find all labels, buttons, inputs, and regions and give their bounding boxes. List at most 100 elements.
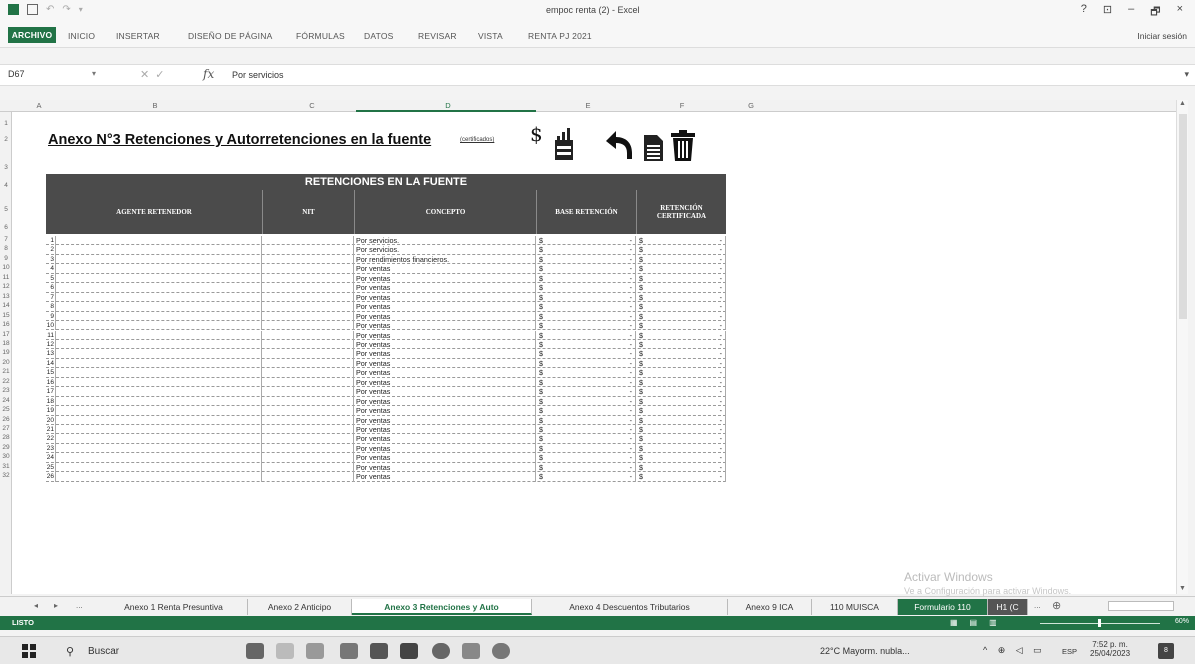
concepto-cell[interactable]: Por servicios. — [354, 245, 536, 255]
row-number-cell[interactable]: 18 — [46, 396, 56, 407]
retencion-cell[interactable]: $ - — [636, 443, 726, 454]
taskbar-search[interactable]: Buscar — [88, 646, 119, 657]
sheet-tab-h1[interactable]: H1 (C — [988, 599, 1028, 615]
base-cell[interactable]: $ - — [536, 462, 636, 473]
row-header[interactable]: 2 — [0, 136, 12, 143]
row-header[interactable]: 27 — [0, 425, 12, 432]
tab-inicio[interactable]: INICIO — [68, 31, 95, 41]
vertical-scrollbar[interactable]: ▲ ▼ — [1176, 100, 1188, 594]
row-header[interactable]: 1 — [0, 120, 12, 127]
row-number-cell[interactable]: 24 — [46, 453, 56, 463]
worksheet[interactable]: Anexo N°3 Retenciones y Autorretenciones… — [12, 112, 1176, 596]
concepto-cell[interactable]: Por ventas — [354, 292, 536, 303]
agente-cell[interactable] — [56, 443, 262, 454]
concepto-cell[interactable]: Por ventas — [354, 273, 536, 284]
row-header[interactable]: 30 — [0, 453, 12, 460]
row-number-cell[interactable]: 11 — [46, 330, 56, 340]
retencion-cell[interactable]: $ - — [636, 236, 726, 246]
sheet-tab-formulario-110[interactable]: Formulario 110 — [898, 599, 988, 615]
concepto-cell[interactable]: Por ventas — [354, 415, 536, 425]
row-header[interactable]: 5 — [0, 206, 12, 213]
tab-archivo[interactable]: ARCHIVO — [8, 27, 56, 43]
agente-cell[interactable] — [56, 273, 262, 284]
agente-cell[interactable] — [56, 396, 262, 407]
agente-cell[interactable] — [56, 245, 262, 255]
retencion-cell[interactable]: $ - — [636, 358, 726, 369]
column-header-f[interactable]: F — [638, 101, 726, 110]
tab-diseno-pagina[interactable]: DISEÑO DE PÁGINA — [188, 31, 272, 41]
base-cell[interactable]: $ - — [536, 396, 636, 407]
nit-cell[interactable] — [262, 415, 354, 425]
concepto-cell[interactable]: Por ventas — [354, 443, 536, 454]
row-header[interactable]: 12 — [0, 283, 12, 290]
nit-cell[interactable] — [262, 264, 354, 274]
concepto-cell[interactable]: Por ventas — [354, 462, 536, 473]
retencion-cell[interactable]: $ - — [636, 396, 726, 407]
retencion-cell[interactable]: $ - — [636, 415, 726, 425]
row-number-cell[interactable]: 15 — [46, 368, 56, 378]
sheet-nav-next-icon[interactable]: ▸ — [54, 601, 58, 610]
agente-cell[interactable] — [56, 415, 262, 425]
retencion-cell[interactable]: $ - — [636, 434, 726, 444]
row-number-cell[interactable]: 7 — [46, 292, 56, 303]
nit-cell[interactable] — [262, 443, 354, 454]
nit-cell[interactable] — [262, 396, 354, 407]
retencion-cell[interactable]: $ - — [636, 472, 726, 482]
row-header[interactable]: 4 — [0, 182, 12, 189]
minimize-button[interactable]: – — [1128, 3, 1134, 22]
row-number-cell[interactable]: 16 — [46, 377, 56, 388]
agente-cell[interactable] — [56, 358, 262, 369]
base-cell[interactable]: $ - — [536, 245, 636, 255]
base-cell[interactable]: $ - — [536, 283, 636, 293]
concepto-cell[interactable]: Por ventas — [354, 453, 536, 463]
concepto-cell[interactable]: Por ventas — [354, 321, 536, 331]
maximize-button[interactable]: 🗗 — [1150, 3, 1160, 22]
nit-cell[interactable] — [262, 406, 354, 416]
row-number-cell[interactable]: 6 — [46, 283, 56, 293]
retencion-cell[interactable]: $ - — [636, 425, 726, 435]
row-header[interactable]: 20 — [0, 359, 12, 366]
taskbar-app-cortana-icon[interactable] — [246, 643, 264, 659]
nit-cell[interactable] — [262, 472, 354, 482]
taskbar-word-icon[interactable] — [462, 643, 480, 659]
row-header[interactable]: 3 — [0, 164, 12, 171]
zoom-level[interactable]: 60% — [1175, 618, 1189, 625]
row-header[interactable]: 6 — [0, 224, 12, 231]
concepto-cell[interactable]: Por ventas — [354, 302, 536, 312]
base-cell[interactable]: $ - — [536, 339, 636, 350]
taskbar-task-view-icon[interactable] — [276, 643, 294, 659]
row-header[interactable]: 8 — [0, 245, 12, 252]
row-header[interactable]: 13 — [0, 293, 12, 300]
row-header[interactable]: 9 — [0, 255, 12, 262]
concepto-cell[interactable]: Por ventas — [354, 330, 536, 340]
retencion-cell[interactable]: $ - — [636, 453, 726, 463]
sign-in-link[interactable]: Iniciar sesión — [1137, 31, 1187, 41]
base-cell[interactable]: $ - — [536, 273, 636, 284]
agente-cell[interactable] — [56, 453, 262, 463]
row-header[interactable]: 25 — [0, 406, 12, 413]
concepto-cell[interactable]: Por ventas — [354, 358, 536, 369]
view-buttons[interactable]: ▦▤▥ — [950, 618, 1009, 627]
expand-formula-icon[interactable]: ▾ — [1184, 69, 1189, 80]
row-number-cell[interactable]: 14 — [46, 358, 56, 369]
sheet-tab-anexo-2[interactable]: Anexo 2 Anticipo — [248, 599, 352, 615]
add-sheet-icon[interactable]: ⊕ — [1052, 599, 1061, 612]
ribbon-display-button[interactable]: ⊡ — [1103, 3, 1112, 22]
retencion-cell[interactable]: $ - — [636, 387, 726, 397]
sheet-tab-anexo-1[interactable]: Anexo 1 Renta Presuntiva — [100, 599, 248, 615]
tab-revisar[interactable]: REVISAR — [418, 31, 457, 41]
base-cell[interactable]: $ - — [536, 443, 636, 454]
agente-cell[interactable] — [56, 292, 262, 303]
concepto-cell[interactable]: Por servicios. — [354, 236, 536, 246]
row-header[interactable]: 32 — [0, 472, 12, 479]
sheet-tab-anexo-3[interactable]: Anexo 3 Retenciones y Auto — [352, 599, 532, 615]
retencion-cell[interactable]: $ - — [636, 349, 726, 359]
help-button[interactable]: ? — [1081, 3, 1087, 22]
nit-cell[interactable] — [262, 321, 354, 331]
zoom-slider-knob[interactable] — [1098, 619, 1101, 627]
retencion-cell[interactable]: $ - — [636, 273, 726, 284]
row-number-cell[interactable]: 4 — [46, 264, 56, 274]
tab-insertar[interactable]: INSERTAR — [116, 31, 160, 41]
undo-icon[interactable]: ↶ — [46, 4, 54, 15]
row-header[interactable]: 22 — [0, 378, 12, 385]
